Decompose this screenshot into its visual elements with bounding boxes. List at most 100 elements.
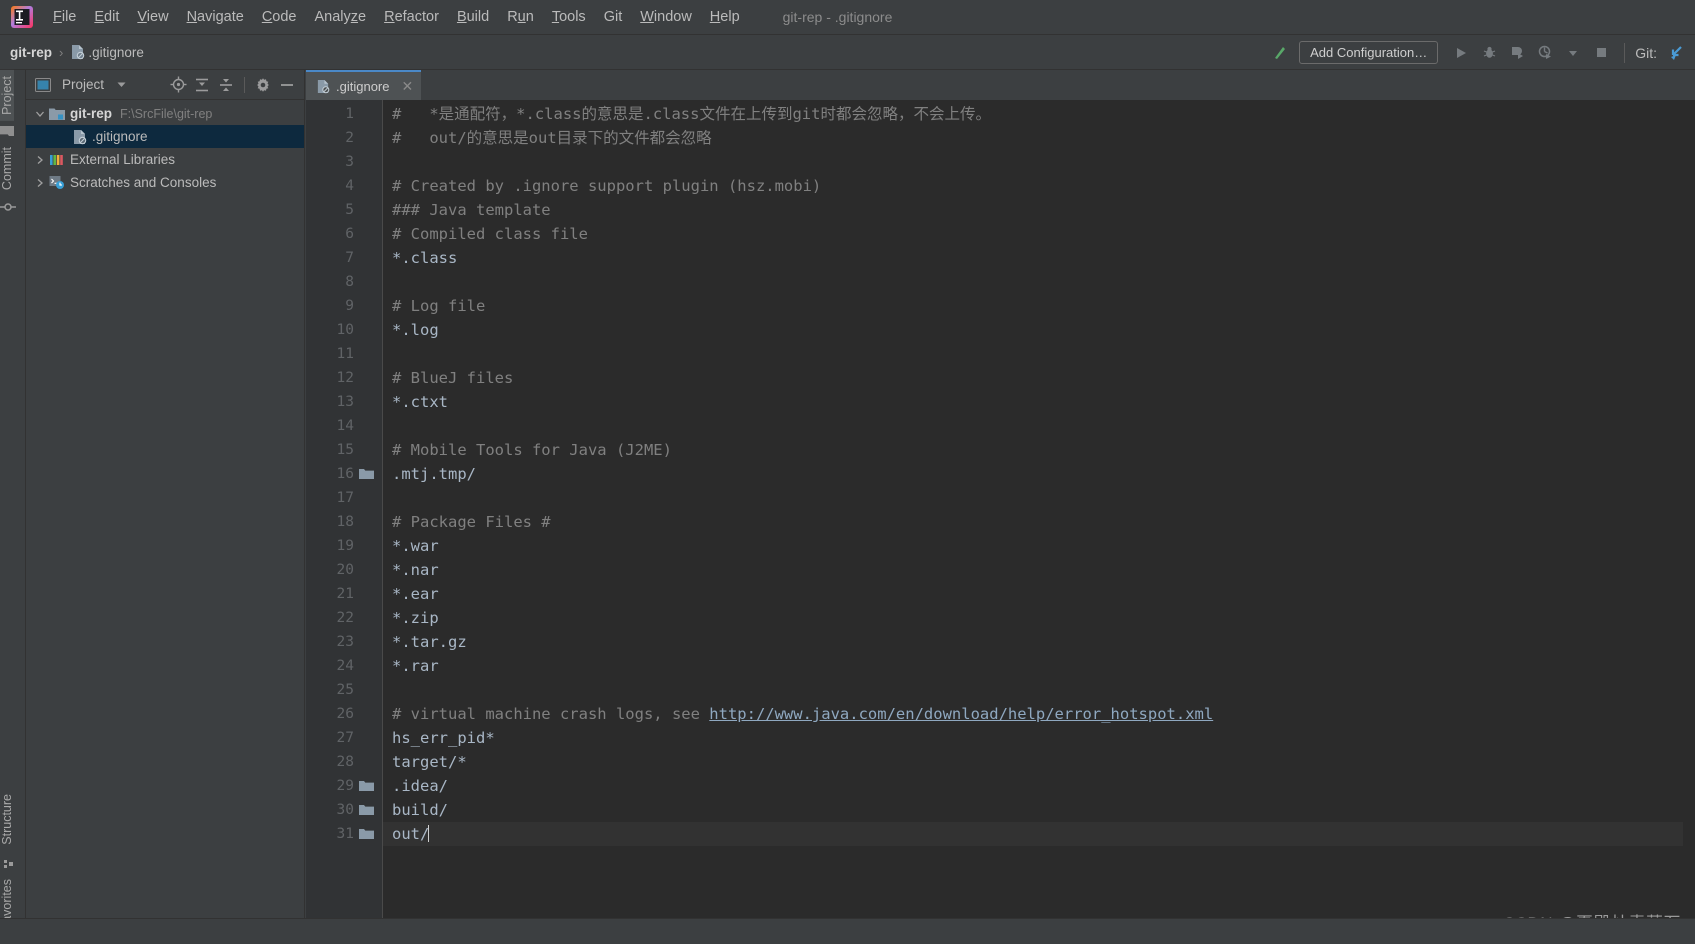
gear-icon[interactable]: [252, 74, 274, 96]
hammer-build-icon[interactable]: [1269, 42, 1291, 64]
gutter-line[interactable]: 27: [306, 726, 382, 750]
collapse-all-icon[interactable]: [215, 74, 237, 96]
code-line[interactable]: [382, 150, 1695, 174]
menu-item-help[interactable]: Help: [701, 5, 749, 29]
gutter-line[interactable]: 31: [306, 822, 382, 846]
code-line[interactable]: # out/的意思是out目录下的文件都会忽略: [382, 126, 1695, 150]
sidebar-item-folder[interactable]: [0, 121, 14, 141]
sidebar-item-structure[interactable]: Structure: [0, 788, 14, 851]
menu-item-run[interactable]: Run: [498, 5, 543, 29]
menu-item-analyze[interactable]: Analyze: [306, 5, 376, 29]
gutter-line[interactable]: 1: [306, 102, 382, 126]
code-line[interactable]: [382, 678, 1695, 702]
tree-node-git-rep[interactable]: git-rep F:\SrcFile\git-rep: [26, 102, 304, 125]
code-line[interactable]: *.log: [382, 318, 1695, 342]
gutter-line[interactable]: 7: [306, 246, 382, 270]
gutter-line[interactable]: 13: [306, 390, 382, 414]
code-line[interactable]: build/: [382, 798, 1695, 822]
gutter-line[interactable]: 14: [306, 414, 382, 438]
code-line[interactable]: [382, 414, 1695, 438]
gutter-line[interactable]: 16: [306, 462, 382, 486]
code-editor[interactable]: 1 2 3 4 5 6 7 8 9 10 11 12 13 14 15 16 17 18 19 20 21 22 23 24 2…: [306, 100, 1695, 944]
gutter-line[interactable]: 4: [306, 174, 382, 198]
gutter-line[interactable]: 5: [306, 198, 382, 222]
gutter-line[interactable]: 3: [306, 150, 382, 174]
code-line[interactable]: *.war: [382, 534, 1695, 558]
code-line[interactable]: # Created by .ignore support plugin (hsz…: [382, 174, 1695, 198]
code-line[interactable]: # Log file: [382, 294, 1695, 318]
gutter-line[interactable]: 20: [306, 558, 382, 582]
commit-icon-wrap[interactable]: [0, 196, 16, 218]
code-line[interactable]: [382, 486, 1695, 510]
gutter-line[interactable]: 17: [306, 486, 382, 510]
code-line[interactable]: hs_err_pid*: [382, 726, 1695, 750]
gutter-line[interactable]: 6: [306, 222, 382, 246]
tree-node-gitignore[interactable]: .gitignore: [26, 125, 304, 148]
gutter-line[interactable]: 21: [306, 582, 382, 606]
menu-item-code[interactable]: Code: [253, 5, 306, 29]
code-line[interactable]: target/*: [382, 750, 1695, 774]
sidebar-item-commit[interactable]: Commit: [0, 141, 14, 196]
add-configuration-button[interactable]: Add Configuration…: [1299, 41, 1439, 64]
code-line[interactable]: *.zip: [382, 606, 1695, 630]
run-icon[interactable]: [1448, 40, 1474, 66]
code-line[interactable]: *.ear: [382, 582, 1695, 606]
code-line[interactable]: .idea/: [382, 774, 1695, 798]
editor-scrollbar[interactable]: [1683, 130, 1695, 944]
gutter-line[interactable]: 11: [306, 342, 382, 366]
menu-item-build[interactable]: Build: [448, 5, 498, 29]
code-line[interactable]: *.tar.gz: [382, 630, 1695, 654]
menu-item-file[interactable]: FFileile: [44, 5, 85, 29]
stop-icon[interactable]: [1588, 40, 1614, 66]
sidebar-item-project[interactable]: Project: [0, 70, 14, 121]
code-line[interactable]: [382, 270, 1695, 294]
code-line[interactable]: ### Java template: [382, 198, 1695, 222]
gutter-line[interactable]: 10: [306, 318, 382, 342]
code-line[interactable]: *.nar: [382, 558, 1695, 582]
profiler-icon[interactable]: [1532, 40, 1558, 66]
code-line[interactable]: # Package Files #: [382, 510, 1695, 534]
menu-item-edit[interactable]: Edit: [85, 5, 128, 29]
gutter-line[interactable]: 22: [306, 606, 382, 630]
gutter-line[interactable]: 30: [306, 798, 382, 822]
breadcrumb-file[interactable]: .gitignore: [88, 45, 144, 60]
code-line[interactable]: *.rar: [382, 654, 1695, 678]
locate-icon[interactable]: [167, 74, 189, 96]
chevron-down-icon[interactable]: [32, 109, 48, 119]
line-number-gutter[interactable]: 1 2 3 4 5 6 7 8 9 10 11 12 13 14 15 16 17 18 19 20 21 22 23 24 2…: [306, 100, 382, 944]
gutter-line[interactable]: 15: [306, 438, 382, 462]
code-line[interactable]: .mtj.tmp/: [382, 462, 1695, 486]
tab-gitignore[interactable]: .gitignore ✕: [306, 70, 422, 100]
gutter-line[interactable]: 23: [306, 630, 382, 654]
code-line[interactable]: # virtual machine crash logs, see http:/…: [382, 702, 1695, 726]
gutter-line[interactable]: 2: [306, 126, 382, 150]
chevron-down-icon[interactable]: [110, 74, 132, 96]
menu-item-view[interactable]: View: [128, 5, 177, 29]
gutter-line[interactable]: 26: [306, 702, 382, 726]
code-line[interactable]: # Mobile Tools for Java (J2ME): [382, 438, 1695, 462]
structure-icon-wrap[interactable]: [0, 851, 14, 873]
code-line[interactable]: out/: [382, 822, 1695, 846]
menu-item-window[interactable]: Window: [631, 5, 701, 29]
code-line[interactable]: # BlueJ files: [382, 366, 1695, 390]
code-line[interactable]: *.class: [382, 246, 1695, 270]
debug-icon[interactable]: [1476, 40, 1502, 66]
code-line[interactable]: # *是通配符，*.class的意思是.class文件在上传到git时都会忽略，…: [382, 102, 1695, 126]
breadcrumb-project[interactable]: git-rep: [10, 45, 52, 60]
gutter-line[interactable]: 24: [306, 654, 382, 678]
code-lines[interactable]: # *是通配符，*.class的意思是.class文件在上传到git时都会忽略，…: [382, 100, 1695, 944]
gutter-line[interactable]: 12: [306, 366, 382, 390]
menu-item-git[interactable]: Git: [595, 5, 632, 29]
code-link[interactable]: http://www.java.com/en/download/help/err…: [709, 705, 1213, 723]
code-line[interactable]: # Compiled class file: [382, 222, 1695, 246]
gutter-line[interactable]: 28: [306, 750, 382, 774]
code-line[interactable]: *.ctxt: [382, 390, 1695, 414]
menu-item-refactor[interactable]: Refactor: [375, 5, 448, 29]
menu-item-navigate[interactable]: Navigate: [178, 5, 253, 29]
gutter-line[interactable]: 19: [306, 534, 382, 558]
git-update-icon[interactable]: [1665, 42, 1687, 64]
tree-node-external-libraries[interactable]: External Libraries: [26, 148, 304, 171]
gutter-line[interactable]: 18: [306, 510, 382, 534]
gutter-line[interactable]: 25: [306, 678, 382, 702]
gutter-line[interactable]: 8: [306, 270, 382, 294]
